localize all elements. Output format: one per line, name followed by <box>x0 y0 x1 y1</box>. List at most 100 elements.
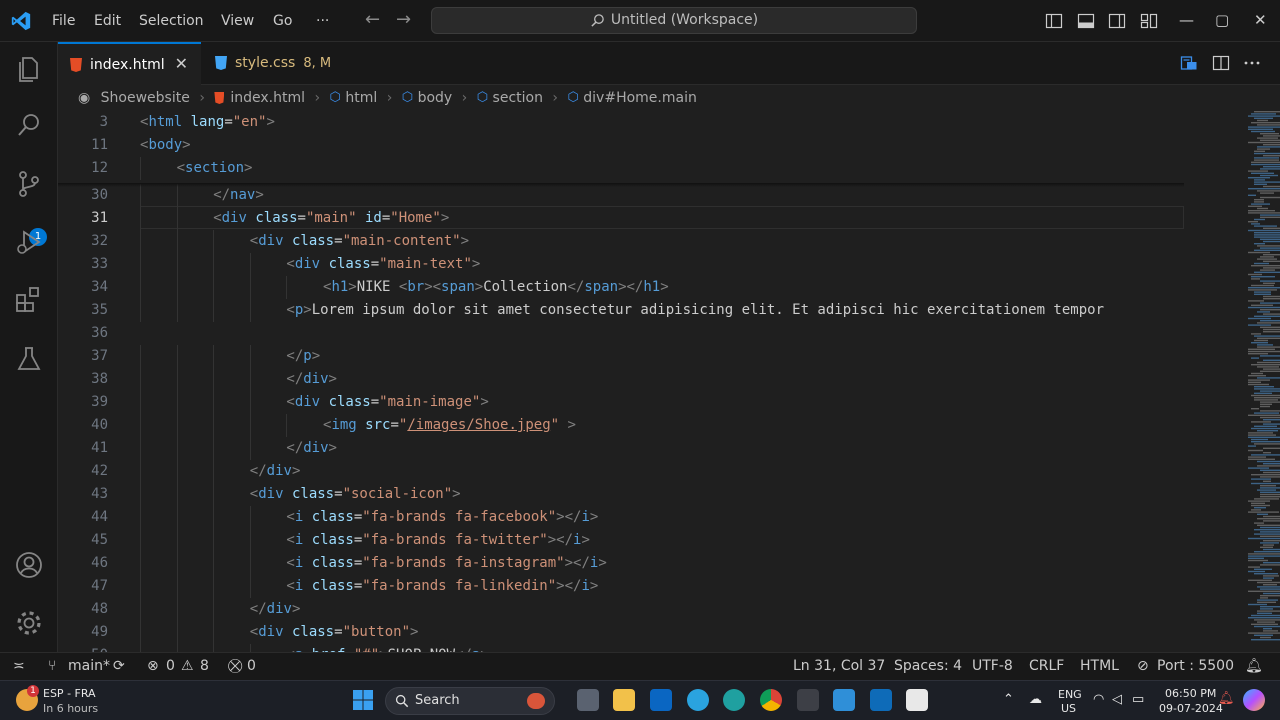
code-line[interactable]: 40 <img src="/images/Shoe.jpeg" > <box>58 414 1184 437</box>
breadcrumb-item[interactable]: section <box>493 90 543 106</box>
code-line[interactable]: 35 <p>Lorem ipsum dolor sit amet consecte… <box>58 299 1184 322</box>
remote-indicator[interactable]: ≍ <box>13 653 25 680</box>
menu-more[interactable]: ··· <box>316 0 329 42</box>
explorer-icon[interactable] <box>14 54 44 84</box>
code-line[interactable]: 33 <div class="main-text"> <box>58 253 1184 276</box>
code-line[interactable]: 32 <div class="main-content"> <box>58 230 1184 253</box>
vscode-taskbar-icon[interactable] <box>870 689 892 711</box>
code-line[interactable]: 50 <a href="#">SHOP NOW</a> <box>58 644 1184 652</box>
more-actions-icon[interactable] <box>1243 54 1261 72</box>
telegram-icon[interactable] <box>687 689 709 711</box>
taskbar-search[interactable]: Search <box>385 687 555 715</box>
code-line[interactable]: 11 <body> <box>58 134 1184 157</box>
line-number[interactable]: 44 <box>58 506 108 529</box>
line-number[interactable]: 33 <box>58 253 108 276</box>
close-window-button[interactable]: ✕ <box>1254 11 1267 29</box>
breadcrumb-item[interactable]: Shoewebsite <box>101 90 190 106</box>
file-explorer-icon[interactable] <box>613 689 635 711</box>
line-number[interactable]: 47 <box>58 575 108 598</box>
search-icon[interactable] <box>14 110 44 140</box>
notifications-bell-icon[interactable]: 🔔︎ <box>1245 653 1263 680</box>
toggle-primary-sidebar-icon[interactable] <box>1045 12 1063 30</box>
branch-name[interactable]: main* <box>68 653 110 680</box>
snipping-tool-icon[interactable] <box>906 689 928 711</box>
menu-go[interactable]: Go <box>273 0 292 42</box>
tab-index-html[interactable]: index.html ✕ <box>58 42 201 85</box>
menu-selection[interactable]: Selection <box>139 0 204 42</box>
code-line[interactable]: 37 </p> <box>58 345 1184 368</box>
line-number[interactable]: 42 <box>58 460 108 483</box>
account-icon[interactable] <box>14 550 44 580</box>
code-editor[interactable]: 30 </nav> 31 <div class="main" id="Home"> 32… <box>58 111 1280 652</box>
volume-icon[interactable]: ◁ <box>1112 692 1122 707</box>
close-tab-icon[interactable]: ✕ <box>175 54 188 73</box>
code-line[interactable]: 31 <div class="main" id="Home"> <box>58 207 1184 230</box>
input-language[interactable]: ENG <box>1058 688 1082 701</box>
line-number[interactable]: 41 <box>58 437 108 460</box>
source-control-icon[interactable] <box>14 169 44 199</box>
code-line[interactable]: 49 <div class="button"> <box>58 621 1184 644</box>
line-number[interactable]: 37 <box>58 345 108 368</box>
code-line[interactable]: 30 </nav> <box>58 184 1184 207</box>
minimize-button[interactable]: — <box>1179 11 1194 29</box>
warning-count[interactable]: 8 <box>200 653 209 680</box>
chrome-browser-icon[interactable] <box>760 689 782 711</box>
minimap[interactable] <box>1244 111 1280 652</box>
live-server-port[interactable]: Port : 5500 <box>1157 653 1234 680</box>
battery-icon[interactable]: ▭ <box>1132 692 1144 707</box>
line-number[interactable]: 49 <box>58 621 108 644</box>
edge-browser-icon[interactable] <box>723 689 745 711</box>
windows-start-icon[interactable] <box>352 689 374 711</box>
show-hidden-icons[interactable]: ⌃ <box>1003 692 1014 707</box>
language-mode[interactable]: HTML <box>1080 653 1119 680</box>
line-number[interactable]: 12 <box>58 157 108 180</box>
end-of-line[interactable]: CRLF <box>1029 653 1064 680</box>
copilot-icon[interactable] <box>1243 689 1265 711</box>
line-number[interactable]: 35 <box>58 299 108 322</box>
breadcrumb-item[interactable]: html <box>345 90 377 106</box>
toggle-panel-icon[interactable] <box>1077 12 1095 30</box>
menu-view[interactable]: View <box>221 0 254 42</box>
code-line[interactable]: 46 <i class="fa-brands fa-instagram"></i> <box>58 552 1184 575</box>
clock-date[interactable]: 09-07-2024 <box>1159 702 1223 715</box>
encoding[interactable]: UTF-8 <box>972 653 1013 680</box>
line-number[interactable]: 31 <box>58 207 108 230</box>
run-debug-icon[interactable] <box>14 227 44 257</box>
line-number[interactable]: 36 <box>58 322 108 345</box>
code-line[interactable]: 44 <i class="fa-brands fa-facebook"></i> <box>58 506 1184 529</box>
line-number[interactable]: 34 <box>58 276 108 299</box>
menu-file[interactable]: File <box>52 0 75 42</box>
code-line[interactable]: 47 <i class="fa-brands fa-linkedin"></i> <box>58 575 1184 598</box>
code-line[interactable]: 48 </div> <box>58 598 1184 621</box>
restore-button[interactable]: ▢ <box>1215 11 1229 29</box>
code-line[interactable]: 38 </div> <box>58 368 1184 391</box>
code-line[interactable]: 39 <div class="main-image"> <box>58 391 1184 414</box>
breadcrumb-item[interactable]: index.html <box>230 90 305 106</box>
code-line[interactable]: 3 <html lang="en"> <box>58 111 1184 134</box>
wifi-icon[interactable]: ◠ <box>1093 692 1104 707</box>
clock-time[interactable]: 06:50 PM <box>1165 687 1216 700</box>
code-line[interactable]: 12 <section> <box>58 157 1184 180</box>
sync-icon[interactable]: ⟳ <box>113 653 125 680</box>
notepad-icon[interactable] <box>833 689 855 711</box>
breadcrumb-item[interactable]: div#Home.main <box>583 90 697 106</box>
indentation[interactable]: Spaces: 4 <box>894 653 962 680</box>
code-line[interactable]: 45 <i class="fa-brands fa-twitter"></i> <box>58 529 1184 552</box>
code-line[interactable]: 43 <div class="social-icon"> <box>58 483 1184 506</box>
testing-flask-icon[interactable] <box>14 344 44 374</box>
breadcrumb-item[interactable]: body <box>418 90 453 106</box>
app-icon[interactable] <box>797 689 819 711</box>
line-number[interactable]: 43 <box>58 483 108 506</box>
tab-style-css[interactable]: style.css 8, M <box>201 42 351 85</box>
line-number[interactable]: 45 <box>58 529 108 552</box>
line-number[interactable]: 50 <box>58 644 108 652</box>
open-preview-icon[interactable] <box>1180 54 1198 72</box>
cloud-icon[interactable]: ☁ <box>1029 692 1042 707</box>
command-center[interactable]: Untitled (Workspace) <box>431 7 917 34</box>
manage-gear-icon[interactable] <box>14 608 44 638</box>
customize-layout-icon[interactable] <box>1140 12 1158 30</box>
line-number[interactable]: 32 <box>58 230 108 253</box>
line-number[interactable]: 39 <box>58 391 108 414</box>
task-view-icon[interactable] <box>577 689 599 711</box>
line-number[interactable]: 11 <box>58 134 108 157</box>
